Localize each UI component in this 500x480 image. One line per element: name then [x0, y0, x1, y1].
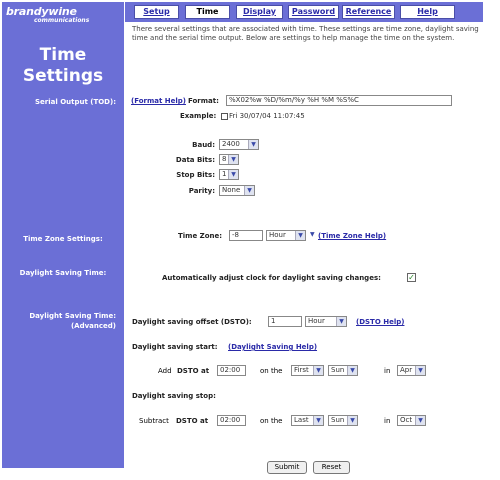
tab-time[interactable]: Time: [185, 5, 230, 19]
submit-button[interactable]: Submit: [267, 461, 307, 474]
stop-bits-select[interactable]: 1 ▼: [219, 169, 239, 180]
baud-value: 2400: [222, 140, 240, 148]
logo-subtext: communications: [34, 17, 90, 24]
sidebar: brandywine communications Time Settings …: [2, 2, 124, 468]
baud-label: Baud:: [192, 141, 215, 149]
time-zone-unit-select[interactable]: Hour ▼: [266, 230, 306, 241]
dst-start-week-select[interactable]: First ▼: [291, 365, 324, 376]
dst-help-link[interactable]: (Daylight Saving Help): [228, 343, 317, 351]
dsto-help-link[interactable]: (DSTO Help): [356, 318, 404, 326]
dst-advanced-label-line1: Daylight Saving Time:: [29, 312, 116, 320]
dst-stop-week-value: Last: [294, 416, 309, 424]
dst-stop-in-label: in: [384, 417, 391, 425]
baud-select[interactable]: 2400 ▼: [219, 139, 259, 150]
dsto-unit-select[interactable]: Hour ▼: [305, 316, 347, 327]
dsto-offset-label: Daylight saving offset (DSTO):: [132, 318, 252, 326]
parity-label: Parity:: [188, 187, 215, 195]
tab-help[interactable]: Help: [400, 5, 455, 19]
dst-start-dsto-at-label: DSTO at: [177, 367, 210, 375]
dst-start-add-label: Add: [158, 367, 172, 375]
control-char-box: [221, 112, 228, 120]
logo-text: brandywine: [6, 5, 77, 18]
parity-value: None: [222, 186, 241, 194]
dst-stop-on-the-label: on the: [260, 417, 283, 425]
chevron-down-icon: ▼: [228, 155, 238, 164]
brand-logo: brandywine communications: [6, 5, 89, 24]
tab-reference[interactable]: Reference: [342, 5, 395, 19]
page-title-line1: Time: [39, 45, 87, 65]
dst-advanced-label-line2: (Advanced): [70, 322, 116, 330]
tab-display[interactable]: Display: [236, 5, 283, 19]
chevron-down-icon: ▼: [415, 416, 425, 425]
chevron-down-icon: ▼: [295, 231, 305, 240]
dst-start-in-label: in: [384, 367, 391, 375]
stop-bits-label: Stop Bits:: [176, 171, 215, 179]
serial-output-section-label: Serial Output (TOD):: [35, 98, 116, 106]
dst-stop-month-value: Oct: [400, 416, 413, 424]
dst-start-on-the-label: on the: [260, 367, 283, 375]
dst-start-day-value: Sun: [331, 366, 345, 374]
format-input[interactable]: %X02%w %D/%m/%y %H %M %S%C: [226, 95, 452, 106]
time-settings-page: brandywine communications Time Settings …: [0, 0, 500, 480]
format-label: Format:: [188, 97, 219, 105]
dst-auto-checkbox[interactable]: ✓: [407, 273, 416, 282]
chevron-down-icon: ▼: [336, 317, 346, 326]
dst-start-day-select[interactable]: Sun ▼: [328, 365, 358, 376]
example-value: Fri 30/07/04 11:07:45: [221, 112, 305, 120]
chevron-down-icon: ▼: [310, 231, 315, 238]
reset-button[interactable]: Reset: [313, 461, 350, 474]
dst-start-week-value: First: [294, 366, 309, 374]
time-zone-help-link[interactable]: (Time Zone Help): [318, 232, 386, 240]
time-zone-section-label: Time Zone Settings:: [23, 235, 103, 243]
dst-stop-day-value: Sun: [331, 416, 345, 424]
dst-start-label: Daylight saving start:: [132, 343, 218, 351]
dst-stop-subtract-label: Subtract: [139, 417, 169, 425]
dst-section-label: Daylight Saving Time:: [19, 269, 107, 277]
format-help-link[interactable]: (Format Help): [131, 97, 186, 105]
dst-stop-dsto-at-label: DSTO at: [176, 417, 209, 425]
dst-stop-time-input[interactable]: 02:00: [217, 415, 246, 426]
chevron-down-icon: ▼: [228, 170, 238, 179]
parity-select[interactable]: None ▼: [219, 185, 255, 196]
dsto-offset-input[interactable]: 1: [268, 316, 302, 327]
data-bits-select[interactable]: 8 ▼: [219, 154, 239, 165]
time-zone-input[interactable]: -8: [229, 230, 263, 241]
chevron-down-icon: ▼: [244, 186, 254, 195]
dst-stop-label: Daylight saving stop:: [132, 392, 216, 400]
dst-auto-label: Automatically adjust clock for daylight …: [162, 274, 381, 282]
intro-text: There several settings that are associat…: [132, 25, 479, 42]
dst-stop-month-select[interactable]: Oct ▼: [397, 415, 426, 426]
tab-password[interactable]: Password: [288, 5, 339, 19]
dst-start-month-value: Apr: [400, 366, 413, 374]
dst-advanced-section-label: Daylight Saving Time: (Advanced): [29, 311, 116, 331]
chevron-down-icon: ▼: [347, 366, 357, 375]
example-label: Example:: [180, 112, 217, 120]
time-zone-label: Time Zone:: [178, 232, 223, 240]
tab-setup[interactable]: Setup: [134, 5, 179, 19]
data-bits-value: 8: [222, 155, 227, 163]
page-title-line2: Settings: [22, 66, 104, 86]
time-zone-unit-value: Hour: [269, 231, 286, 239]
chevron-down-icon: ▼: [313, 416, 323, 425]
stop-bits-value: 1: [222, 170, 227, 178]
dst-start-month-select[interactable]: Apr ▼: [397, 365, 426, 376]
example-value-text: Fri 30/07/04 11:07:45: [229, 112, 305, 120]
dst-start-time-input[interactable]: 02:00: [217, 365, 246, 376]
page-title: Time Settings: [2, 45, 124, 87]
dsto-unit-value: Hour: [308, 317, 325, 325]
check-icon: ✓: [408, 273, 415, 282]
chevron-down-icon: ▼: [248, 140, 258, 149]
data-bits-label: Data Bits:: [175, 156, 215, 164]
chevron-down-icon: ▼: [347, 416, 357, 425]
dst-stop-week-select[interactable]: Last ▼: [291, 415, 324, 426]
chevron-down-icon: ▼: [415, 366, 425, 375]
chevron-down-icon: ▼: [313, 366, 323, 375]
dst-stop-day-select[interactable]: Sun ▼: [328, 415, 358, 426]
nav-bar: Setup Time Display Password Reference He…: [125, 2, 483, 22]
